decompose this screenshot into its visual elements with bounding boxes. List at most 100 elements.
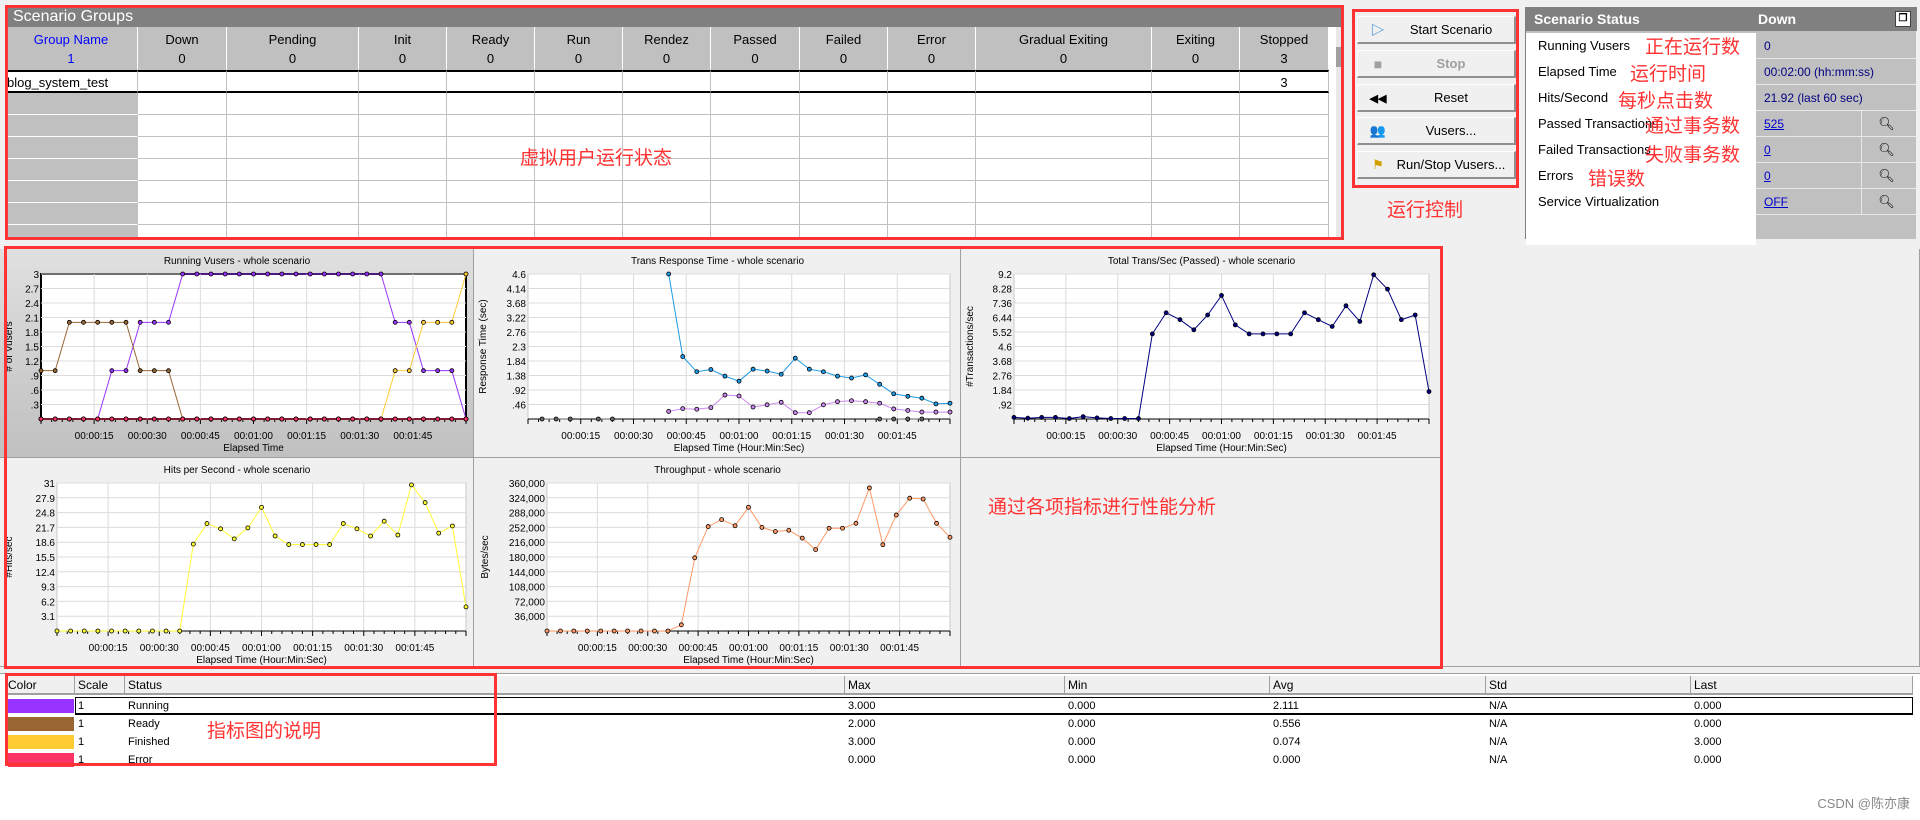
legend-header-min[interactable]: Min bbox=[1065, 676, 1270, 695]
group-count-cell[interactable] bbox=[976, 70, 1152, 93]
graph-2[interactable]: Total Trans/Sec (Passed) - whole scenari… bbox=[961, 249, 1442, 458]
group-count-cell[interactable] bbox=[800, 70, 888, 93]
legend-color-swatch[interactable] bbox=[8, 735, 74, 749]
legend-color-swatch[interactable] bbox=[8, 753, 74, 767]
group-count-cell[interactable] bbox=[359, 70, 447, 93]
data-point bbox=[919, 409, 925, 415]
legend-std: N/A bbox=[1489, 736, 1508, 748]
empty-cell bbox=[1152, 137, 1240, 159]
data-point bbox=[166, 319, 171, 325]
data-point bbox=[1094, 415, 1100, 421]
y-tick-label: 9.2 bbox=[998, 270, 1012, 281]
y-tick-label: .9 bbox=[31, 372, 40, 383]
status-value[interactable]: OFF bbox=[1764, 189, 1788, 215]
x-tick-label: 00:01:45 bbox=[393, 431, 432, 442]
column-label: Run bbox=[566, 32, 591, 47]
column-header-failed[interactable]: Failed 0 bbox=[800, 27, 888, 70]
status-value[interactable]: 525 bbox=[1764, 111, 1784, 137]
group-name-cell[interactable]: blog_system_test bbox=[5, 70, 138, 93]
empty-cell bbox=[227, 225, 359, 239]
stop-button[interactable]: ■ Stop bbox=[1357, 50, 1516, 78]
y-tick-label: 72,000 bbox=[514, 597, 545, 608]
legend-row-running[interactable]: 1 Running 3.000 0.000 2.111 N/A 0.000 bbox=[0, 697, 1920, 715]
legend-header-last[interactable]: Last bbox=[1691, 676, 1913, 695]
data-point bbox=[123, 319, 129, 325]
group-count-cell[interactable] bbox=[535, 70, 623, 93]
y-tick-label: .6 bbox=[31, 386, 40, 397]
status-value: 0 bbox=[1764, 39, 1771, 53]
data-point bbox=[694, 369, 700, 375]
graph-4[interactable]: Throughput - whole scenario 360,000 324,00… bbox=[474, 458, 961, 667]
start-scenario-button[interactable]: ▷ Start Scenario bbox=[1357, 16, 1516, 44]
column-header-group-name[interactable]: Group Name 1 bbox=[5, 27, 138, 70]
data-point bbox=[849, 398, 854, 404]
legend-header-color[interactable]: Color bbox=[5, 676, 75, 695]
data-point bbox=[421, 319, 426, 325]
run-stop-vusers-button[interactable]: ⚑ Run/Stop Vusers... bbox=[1357, 151, 1516, 179]
group-count-cell[interactable] bbox=[623, 70, 711, 93]
vusers-button[interactable]: 👥 Vusers... bbox=[1357, 117, 1516, 145]
column-header-error[interactable]: Error 0 bbox=[888, 27, 976, 70]
legend-color-swatch[interactable] bbox=[8, 699, 74, 713]
annotation-running-count: 正在运行数 bbox=[1645, 37, 1741, 58]
data-point bbox=[259, 504, 264, 510]
data-point bbox=[553, 416, 559, 422]
group-count-cell[interactable] bbox=[888, 70, 976, 93]
x-tick-label: 00:01:30 bbox=[825, 431, 864, 442]
legend-header-avg[interactable]: Avg bbox=[1270, 676, 1486, 695]
empty-cell bbox=[711, 137, 800, 159]
magnifier-icon[interactable]: 🔍︎ bbox=[1861, 111, 1911, 136]
column-header-init[interactable]: Init 0 bbox=[359, 27, 447, 70]
data-point bbox=[891, 391, 897, 397]
data-point bbox=[299, 542, 305, 547]
graph-title: Throughput - whole scenario bbox=[654, 465, 781, 476]
restore-window-icon[interactable]: ❐ bbox=[1895, 11, 1911, 27]
status-value[interactable]: 0 bbox=[1764, 163, 1771, 189]
legend-header-scale[interactable]: Scale bbox=[75, 676, 125, 695]
scrollbar-thumb[interactable] bbox=[1336, 47, 1343, 67]
empty-cell bbox=[535, 115, 623, 137]
reset-button[interactable]: ◀◀ Reset bbox=[1357, 84, 1516, 112]
graph-1[interactable]: Trans Response Time - whole scenario 4.6 4… bbox=[474, 249, 961, 458]
data-point bbox=[799, 535, 805, 541]
group-count-cell[interactable] bbox=[447, 70, 535, 93]
y-tick-label: 8.28 bbox=[993, 285, 1013, 296]
group-count-cell[interactable]: 3 bbox=[1240, 70, 1329, 93]
column-header-rendez[interactable]: Rendez 0 bbox=[623, 27, 711, 70]
legend-header-status[interactable]: Status bbox=[125, 676, 845, 695]
data-point bbox=[544, 628, 550, 634]
graph-0[interactable]: Running Vusers - whole scenario 3 2.7 2.4 2.… bbox=[0, 249, 474, 458]
magnifier-icon[interactable]: 🔍︎ bbox=[1861, 137, 1911, 162]
legend-avg: 2.111 bbox=[1273, 700, 1299, 712]
button-label: Vusers... bbox=[1425, 123, 1477, 138]
empty-cell bbox=[976, 93, 1152, 115]
data-point bbox=[947, 534, 953, 540]
column-header-passed[interactable]: Passed 0 bbox=[711, 27, 800, 70]
group-count-cell[interactable] bbox=[1152, 70, 1240, 93]
group-count-cell[interactable] bbox=[138, 70, 227, 93]
column-header-run[interactable]: Run 0 bbox=[535, 27, 623, 70]
legend-header-max[interactable]: Max bbox=[845, 676, 1065, 695]
graph-3[interactable]: Hits per Second - whole scenario 31 27.9 24… bbox=[0, 458, 474, 667]
data-point bbox=[307, 416, 313, 422]
legend-row-error[interactable]: 1 Error 0.000 0.000 0.000 N/A 0.000 bbox=[0, 751, 1920, 769]
status-value[interactable]: 0 bbox=[1764, 137, 1771, 163]
legend-header-std[interactable]: Std bbox=[1486, 676, 1691, 695]
data-point bbox=[792, 410, 798, 416]
column-header-stopped[interactable]: Stopped 3 bbox=[1240, 27, 1329, 70]
magnifier-icon[interactable]: 🔍︎ bbox=[1861, 189, 1911, 214]
column-label: Stopped bbox=[1259, 32, 1309, 47]
data-point bbox=[180, 416, 186, 422]
column-header-down[interactable]: Down 0 bbox=[138, 27, 227, 70]
data-point bbox=[1329, 324, 1335, 329]
column-header-pending[interactable]: Pending 0 bbox=[227, 27, 359, 70]
empty-cell bbox=[1152, 203, 1240, 225]
magnifier-icon[interactable]: 🔍︎ bbox=[1861, 163, 1911, 188]
group-count-cell[interactable] bbox=[711, 70, 800, 93]
legend-color-swatch[interactable] bbox=[8, 717, 74, 731]
y-axis-label: Bytes/sec bbox=[480, 535, 491, 578]
column-header-exiting[interactable]: Exiting 0 bbox=[1152, 27, 1240, 70]
column-header-ready[interactable]: Ready 0 bbox=[447, 27, 535, 70]
group-count-cell[interactable] bbox=[227, 70, 359, 93]
column-header-gradual-exiting[interactable]: Gradual Exiting 0 bbox=[976, 27, 1152, 70]
